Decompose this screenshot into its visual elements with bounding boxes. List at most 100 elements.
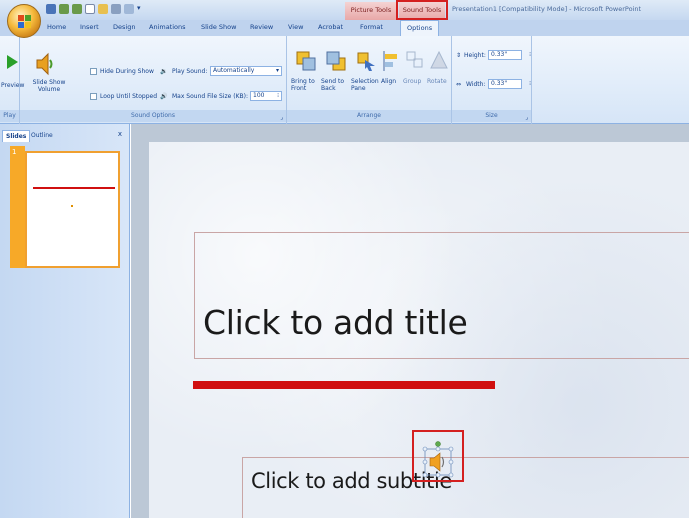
group-button[interactable]: Group: [403, 48, 427, 100]
tab-format[interactable]: Format: [360, 23, 383, 31]
slide-show-volume-label: Slide Show Volume: [32, 79, 66, 93]
dialog-launcher-icon[interactable]: ⌟: [525, 114, 528, 121]
play-sound-value: Automatically: [213, 67, 255, 74]
selection-pane-icon: [357, 52, 375, 71]
tab-acrobat[interactable]: Acrobat: [318, 23, 343, 31]
width-icon: ⇔: [456, 81, 462, 88]
rotate-button[interactable]: Rotate: [427, 48, 451, 100]
rotate-icon: [430, 50, 448, 69]
dialog-launcher-icon[interactable]: ⌟: [280, 114, 283, 121]
play-sound-dropdown[interactable]: Automatically ▾: [210, 66, 282, 76]
window-title: Presentation1 [Compatibility Mode] - Mic…: [452, 5, 642, 13]
tab-outline[interactable]: Outline: [28, 130, 56, 141]
spinner-icon: ⁝: [529, 51, 531, 58]
office-logo-icon: [18, 15, 31, 28]
max-sound-icon: 🔊: [160, 93, 168, 100]
hide-during-show-checkbox[interactable]: [90, 68, 97, 75]
ribbon: Preview Play Slide Show Volume Hide Duri…: [0, 36, 689, 124]
play-icon: [7, 55, 18, 69]
bring-to-front-icon: [296, 51, 316, 71]
group-label-size: Size: [452, 110, 531, 122]
thumbnail-sound-dot: [71, 205, 73, 207]
thumbnail-red-line: [33, 187, 115, 189]
selection-pane-label: Selection Pane: [351, 78, 379, 92]
title-placeholder-text: Click to add title: [203, 303, 468, 342]
max-sound-size-input[interactable]: 100 ⁝: [250, 91, 282, 101]
tab-review[interactable]: Review: [250, 23, 273, 31]
loop-until-stopped-checkbox[interactable]: [90, 93, 97, 100]
align-button[interactable]: Align: [381, 48, 403, 100]
rotate-label: Rotate: [427, 78, 447, 85]
tab-view[interactable]: View: [288, 23, 303, 31]
open-icon[interactable]: [98, 4, 108, 14]
slide-selection-indicator: [10, 146, 25, 268]
height-icon: ⇕: [456, 52, 462, 59]
bring-to-front-button[interactable]: Bring to Front: [291, 48, 321, 100]
title-red-bar: [193, 381, 495, 389]
ribbon-group-arrange: Bring to Front Send to Back Selection Pa…: [287, 36, 452, 124]
send-to-back-label: Send to Back: [321, 78, 345, 92]
align-label: Align: [381, 78, 397, 85]
spinner-icon: ⁝: [529, 80, 531, 87]
width-input[interactable]: 0.33" ⁝: [488, 79, 531, 89]
preview-icon[interactable]: [124, 4, 134, 14]
tab-design[interactable]: Design: [113, 23, 135, 31]
slide-canvas: Click to add title Click to add subtitle: [149, 142, 689, 518]
slides-panel: Slides Outline x 1: [0, 124, 130, 518]
spinner-icon: ⁝: [277, 92, 279, 99]
bring-to-front-label: Bring to Front: [291, 78, 315, 92]
slide-thumbnail[interactable]: [25, 151, 120, 268]
title-bar: ▾ Picture Tools Sound Tools Presentation…: [0, 0, 689, 20]
quick-access-toolbar: ▾: [46, 4, 141, 14]
ribbon-group-play: Preview Play: [0, 36, 24, 124]
group-label-sound-options: Sound Options: [20, 110, 286, 122]
hide-during-show-label: Hide During Show: [100, 68, 154, 75]
play-sound-icon: 🔉: [160, 68, 168, 75]
ribbon-tabs: Home Insert Design Animations Slide Show…: [0, 20, 689, 36]
tab-insert[interactable]: Insert: [80, 23, 99, 31]
group-label-arrange: Arrange: [287, 110, 451, 122]
group-icon: [406, 51, 423, 68]
tab-slide-show[interactable]: Slide Show: [201, 23, 236, 31]
ribbon-group-size: ⇕ Height: 0.33" ⁝ ⇔ Width: 0.33" ⁝ Size …: [452, 36, 532, 124]
slide-editing-area: Click to add title Click to add subtitle: [131, 124, 689, 518]
highlight-box-sound-icon: [412, 430, 464, 482]
save-icon[interactable]: [46, 4, 56, 14]
tab-slides[interactable]: Slides: [2, 130, 31, 142]
group-label: Group: [403, 78, 422, 85]
send-to-back-button[interactable]: Send to Back: [321, 48, 351, 100]
tab-animations[interactable]: Animations: [149, 23, 186, 31]
max-sound-label: Max Sound File Size (KB):: [172, 93, 249, 100]
redo-icon[interactable]: [72, 4, 82, 14]
slide-show-volume-button[interactable]: Slide Show Volume: [30, 52, 66, 96]
send-to-back-icon: [326, 51, 346, 71]
panel-tabs: Slides Outline x: [0, 124, 130, 144]
group-label-play: Play: [0, 110, 19, 122]
preview-button[interactable]: Preview: [1, 52, 24, 92]
width-value: 0.33": [491, 80, 508, 87]
highlight-box-sound-tools: [396, 0, 448, 20]
loop-until-stopped-label: Loop Until Stopped: [100, 93, 158, 100]
subtitle-placeholder[interactable]: Click to add subtitle: [242, 457, 689, 518]
height-label: Height:: [464, 52, 486, 59]
slide-number: 1: [12, 148, 17, 156]
play-sound-label: Play Sound:: [172, 68, 208, 75]
new-icon[interactable]: [85, 4, 95, 14]
close-panel-icon[interactable]: x: [118, 130, 122, 138]
tab-options[interactable]: Options: [400, 20, 440, 36]
height-value: 0.33": [491, 51, 508, 58]
speaker-icon: [36, 52, 53, 76]
ribbon-group-sound-options: Slide Show Volume Hide During Show Loop …: [20, 36, 287, 124]
office-button[interactable]: [7, 4, 41, 38]
align-icon: [383, 51, 397, 71]
tab-home[interactable]: Home: [47, 23, 66, 31]
chevron-down-icon: ▾: [275, 67, 279, 74]
title-placeholder[interactable]: Click to add title: [194, 232, 689, 359]
selection-pane-button[interactable]: Selection Pane: [351, 48, 381, 100]
max-sound-value: 100: [253, 92, 265, 99]
height-input[interactable]: 0.33" ⁝: [488, 50, 531, 60]
undo-icon[interactable]: [59, 4, 69, 14]
context-tab-picture-tools: Picture Tools: [345, 2, 397, 20]
customize-icon[interactable]: ▾: [137, 4, 141, 14]
print-icon[interactable]: [111, 4, 121, 14]
